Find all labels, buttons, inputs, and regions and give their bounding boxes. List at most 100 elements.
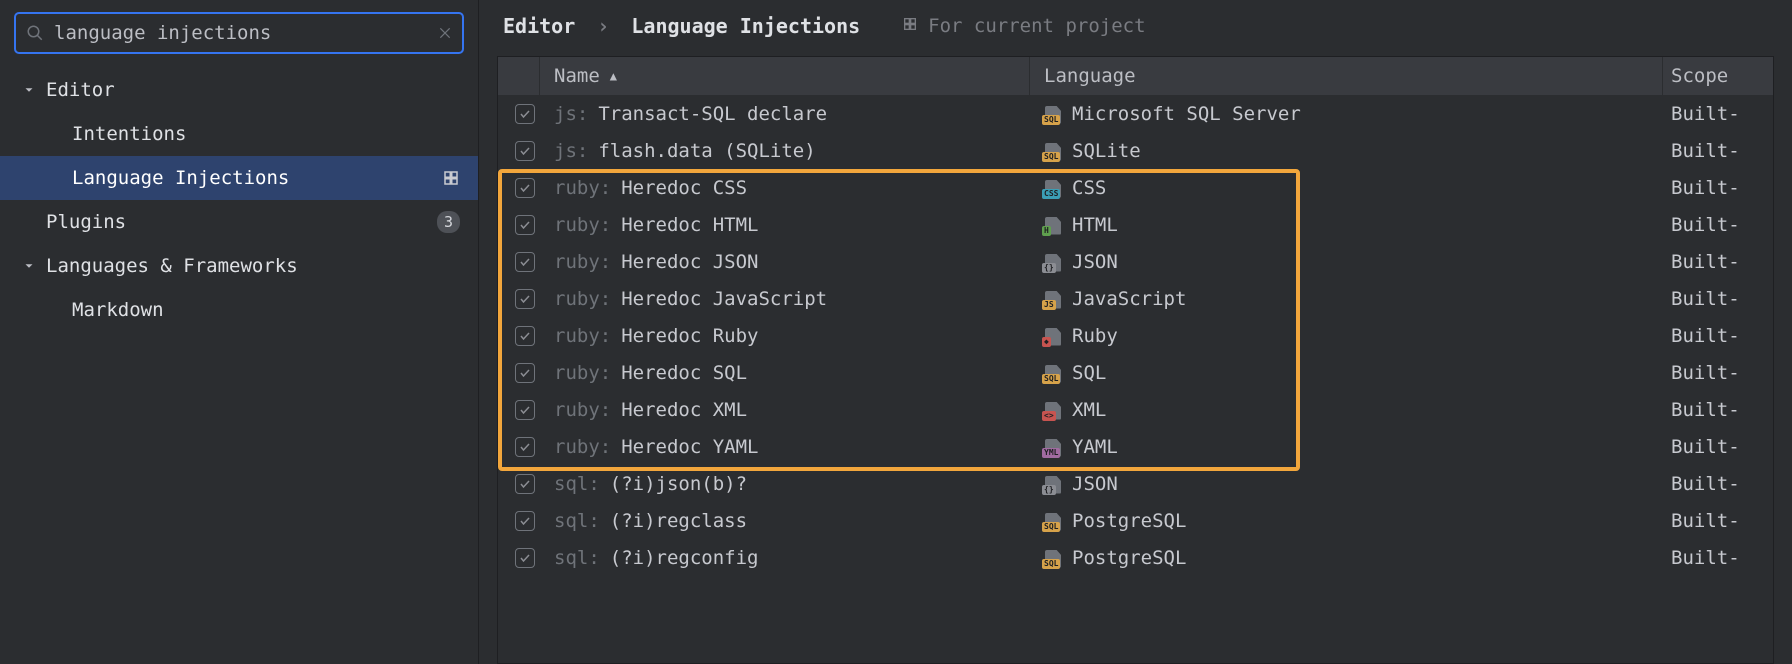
row-name-cell: ruby:Heredoc HTML	[540, 214, 1030, 236]
breadcrumb: Editor › Language Injections	[503, 14, 860, 38]
row-name: Heredoc SQL	[621, 362, 747, 384]
row-language: Microsoft SQL Server	[1072, 103, 1301, 125]
checkbox-checked-icon[interactable]	[515, 104, 535, 124]
row-scope-cell: Built-	[1663, 399, 1773, 421]
table-header: Name ▲ Language Scope	[498, 57, 1773, 95]
sidebar-item-editor[interactable]: Editor	[0, 68, 478, 112]
row-name-cell: js:Transact-SQL declare	[540, 103, 1030, 125]
search-input[interactable]	[54, 22, 438, 44]
row-name: (?i)regconfig	[610, 547, 759, 569]
row-name: Heredoc JSON	[621, 251, 758, 273]
row-scope-cell: Built-	[1663, 214, 1773, 236]
sidebar-item-languages-frameworks[interactable]: Languages & Frameworks	[0, 244, 478, 288]
plugins-badge: 3	[437, 211, 460, 233]
sidebar-item-plugins[interactable]: Plugins 3	[0, 200, 478, 244]
checkbox-checked-icon[interactable]	[515, 289, 535, 309]
chevron-down-icon	[22, 83, 40, 97]
table-row[interactable]: ruby:Heredoc YAMLYMLYAMLBuilt-	[498, 428, 1773, 465]
row-name: (?i)json(b)?	[610, 473, 747, 495]
table-row[interactable]: js:Transact-SQL declareSQLMicrosoft SQL …	[498, 95, 1773, 132]
table-row[interactable]: ruby:Heredoc JSON{}JSONBuilt-	[498, 243, 1773, 280]
header-scope[interactable]: Scope	[1663, 57, 1773, 95]
row-checkbox-cell	[498, 400, 540, 420]
row-language: YAML	[1072, 436, 1118, 458]
header-scope-label: Scope	[1671, 65, 1728, 87]
row-name-cell: js:flash.data (SQLite)	[540, 140, 1030, 162]
table-row[interactable]: ruby:Heredoc JavaScriptJSJavaScriptBuilt…	[498, 280, 1773, 317]
checkbox-checked-icon[interactable]	[515, 215, 535, 235]
row-name-cell: sql:(?i)regconfig	[540, 547, 1030, 569]
row-language-cell: SQLSQL	[1030, 362, 1663, 384]
checkbox-checked-icon[interactable]	[515, 437, 535, 457]
row-checkbox-cell	[498, 215, 540, 235]
row-language-cell: JSJavaScript	[1030, 288, 1663, 310]
row-name: (?i)regclass	[610, 510, 747, 532]
row-name-cell: ruby:Heredoc JavaScript	[540, 288, 1030, 310]
checkbox-checked-icon[interactable]	[515, 548, 535, 568]
search-box[interactable]	[14, 12, 464, 54]
row-language-cell: {}JSON	[1030, 473, 1663, 495]
sidebar-item-label: Intentions	[72, 123, 186, 145]
header-language[interactable]: Language	[1030, 57, 1663, 95]
filetype-icon: H	[1044, 215, 1062, 235]
row-scope-cell: Built-	[1663, 436, 1773, 458]
row-checkbox-cell	[498, 363, 540, 383]
row-scope-cell: Built-	[1663, 251, 1773, 273]
table-row[interactable]: ruby:Heredoc CSSCSSCSSBuilt-	[498, 169, 1773, 206]
row-language-cell: SQLMicrosoft SQL Server	[1030, 103, 1663, 125]
row-scope-cell: Built-	[1663, 103, 1773, 125]
row-name-cell: ruby:Heredoc Ruby	[540, 325, 1030, 347]
sidebar-item-label: Languages & Frameworks	[46, 255, 298, 277]
row-language: Ruby	[1072, 325, 1118, 347]
chevron-down-icon	[22, 259, 40, 273]
table-row[interactable]: ruby:Heredoc HTMLHHTMLBuilt-	[498, 206, 1773, 243]
checkbox-checked-icon[interactable]	[515, 474, 535, 494]
scope-hint-label: For current project	[928, 15, 1145, 37]
row-language: PostgreSQL	[1072, 547, 1186, 569]
breadcrumb-parent[interactable]: Editor	[503, 14, 575, 38]
checkbox-checked-icon[interactable]	[515, 326, 535, 346]
row-name: Transact-SQL declare	[598, 103, 827, 125]
row-prefix: ruby:	[554, 362, 611, 384]
row-prefix: ruby:	[554, 288, 611, 310]
table-row[interactable]: sql:(?i)regconfigSQLPostgreSQLBuilt-	[498, 539, 1773, 576]
row-name-cell: ruby:Heredoc XML	[540, 399, 1030, 421]
header-check[interactable]	[498, 57, 540, 95]
sidebar-item-language-injections[interactable]: Language Injections	[0, 156, 478, 200]
project-scope-icon	[442, 169, 460, 187]
header-name[interactable]: Name ▲	[540, 57, 1030, 95]
breadcrumb-current: Language Injections	[631, 14, 860, 38]
settings-tree: Editor Intentions Language Injections Pl…	[0, 68, 478, 664]
table-row[interactable]: ruby:Heredoc XML <> XML Built-	[498, 391, 1773, 428]
row-prefix: ruby:	[554, 436, 611, 458]
table-row[interactable]: ruby:Heredoc Ruby◆RubyBuilt-	[498, 317, 1773, 354]
row-name: Heredoc CSS	[621, 177, 747, 199]
row-checkbox-cell	[498, 252, 540, 272]
row-language: XML	[1072, 399, 1106, 421]
row-checkbox-cell	[498, 326, 540, 346]
table-row[interactable]: sql:(?i)json(b)?{}JSONBuilt-	[498, 465, 1773, 502]
sidebar-item-intentions[interactable]: Intentions	[0, 112, 478, 156]
checkbox-checked-icon[interactable]	[515, 252, 535, 272]
filetype-icon: <>	[1044, 400, 1062, 420]
table-row[interactable]: ruby:Heredoc SQLSQLSQLBuilt-	[498, 354, 1773, 391]
clear-search-icon[interactable]	[438, 26, 452, 40]
sidebar-item-markdown[interactable]: Markdown	[0, 288, 478, 332]
sidebar-item-label: Plugins	[46, 211, 126, 233]
filetype-icon: JS	[1044, 289, 1062, 309]
checkbox-checked-icon[interactable]	[515, 400, 535, 420]
checkbox-checked-icon[interactable]	[515, 363, 535, 383]
table-row[interactable]: sql:(?i)regclassSQLPostgreSQLBuilt-	[498, 502, 1773, 539]
table-row[interactable]: js:flash.data (SQLite)SQLSQLiteBuilt-	[498, 132, 1773, 169]
row-language-cell: {}JSON	[1030, 251, 1663, 273]
count-badge: 3	[437, 211, 460, 233]
row-name: Heredoc Ruby	[621, 325, 758, 347]
row-language-cell: SQL PostgreSQL	[1030, 547, 1663, 569]
filetype-icon: SQL	[1044, 548, 1062, 568]
checkbox-checked-icon[interactable]	[515, 178, 535, 198]
row-prefix: sql:	[554, 510, 600, 532]
checkbox-checked-icon[interactable]	[515, 141, 535, 161]
row-prefix: ruby:	[554, 214, 611, 236]
checkbox-checked-icon[interactable]	[515, 511, 535, 531]
filetype-icon: CSS	[1044, 178, 1062, 198]
